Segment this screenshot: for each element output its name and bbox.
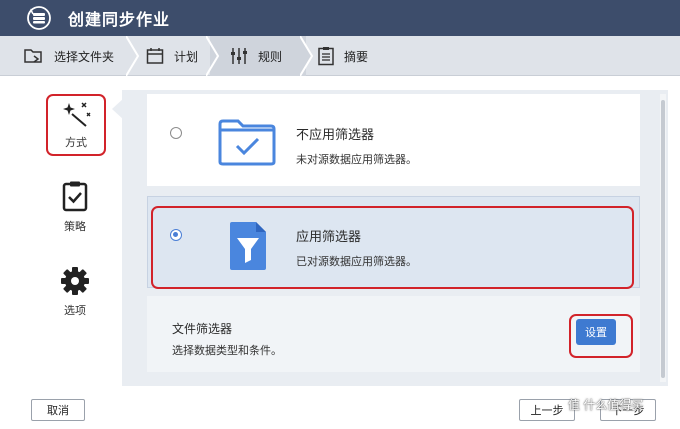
sliders-icon <box>231 48 247 64</box>
step-summary[interactable]: 摘要 <box>318 36 368 76</box>
nav-item-method[interactable]: 方式 <box>46 94 106 156</box>
watermark: 值 什么值得买 <box>568 398 644 412</box>
radio-apply-filter[interactable] <box>170 229 182 241</box>
folder-sync-icon <box>24 49 42 63</box>
sync-app-icon <box>27 6 51 30</box>
magic-wand-icon <box>63 102 91 127</box>
nav-item-policy[interactable]: 策略 <box>45 180 105 234</box>
step-separator <box>206 36 220 76</box>
nav-label: 选项 <box>64 305 86 317</box>
step-label: 选择文件夹 <box>54 49 115 64</box>
highlight-box <box>151 206 634 289</box>
wizard-steps: 选择文件夹 计划 规则 摘要 <box>0 36 680 76</box>
option-title: 不应用筛选器 <box>296 127 375 142</box>
file-filter-icon <box>230 222 266 270</box>
step-select-folder[interactable]: 选择文件夹 <box>24 36 114 76</box>
folder-check-icon <box>218 119 276 166</box>
step-separator <box>126 36 140 76</box>
step-label: 规则 <box>258 49 283 64</box>
step-separator <box>300 36 314 76</box>
calendar-icon <box>146 48 164 64</box>
step-label: 计划 <box>174 49 199 64</box>
step-rules[interactable]: 规则 <box>210 36 306 76</box>
clipboard-list-icon <box>318 47 334 66</box>
cancel-button[interactable]: 取消 <box>31 399 85 421</box>
option-title: 应用筛选器 <box>296 229 362 244</box>
scrollbar-thumb[interactable] <box>661 100 665 378</box>
prev-button[interactable]: 上一步 <box>519 399 575 421</box>
nav-item-options[interactable]: 选项 <box>45 266 105 318</box>
file-filter-desc: 选择数据类型和条件。 <box>172 345 282 357</box>
settings-button[interactable]: 设置 <box>576 319 616 345</box>
nav-label: 方式 <box>65 137 87 149</box>
window-title: 创建同步作业 <box>68 12 171 29</box>
radio-no-filter[interactable] <box>170 127 182 139</box>
step-label: 摘要 <box>344 49 369 64</box>
nav-label: 策略 <box>64 221 86 233</box>
step-schedule[interactable]: 计划 <box>146 36 198 76</box>
option-desc: 已对源数据应用筛选器。 <box>296 256 417 268</box>
title-bar: 创建同步作业 <box>0 0 680 36</box>
clipboard-check-icon <box>62 181 88 212</box>
file-filter-title: 文件筛选器 <box>172 322 233 336</box>
option-desc: 未对源数据应用筛选器。 <box>296 154 417 166</box>
gear-icon <box>61 267 89 295</box>
